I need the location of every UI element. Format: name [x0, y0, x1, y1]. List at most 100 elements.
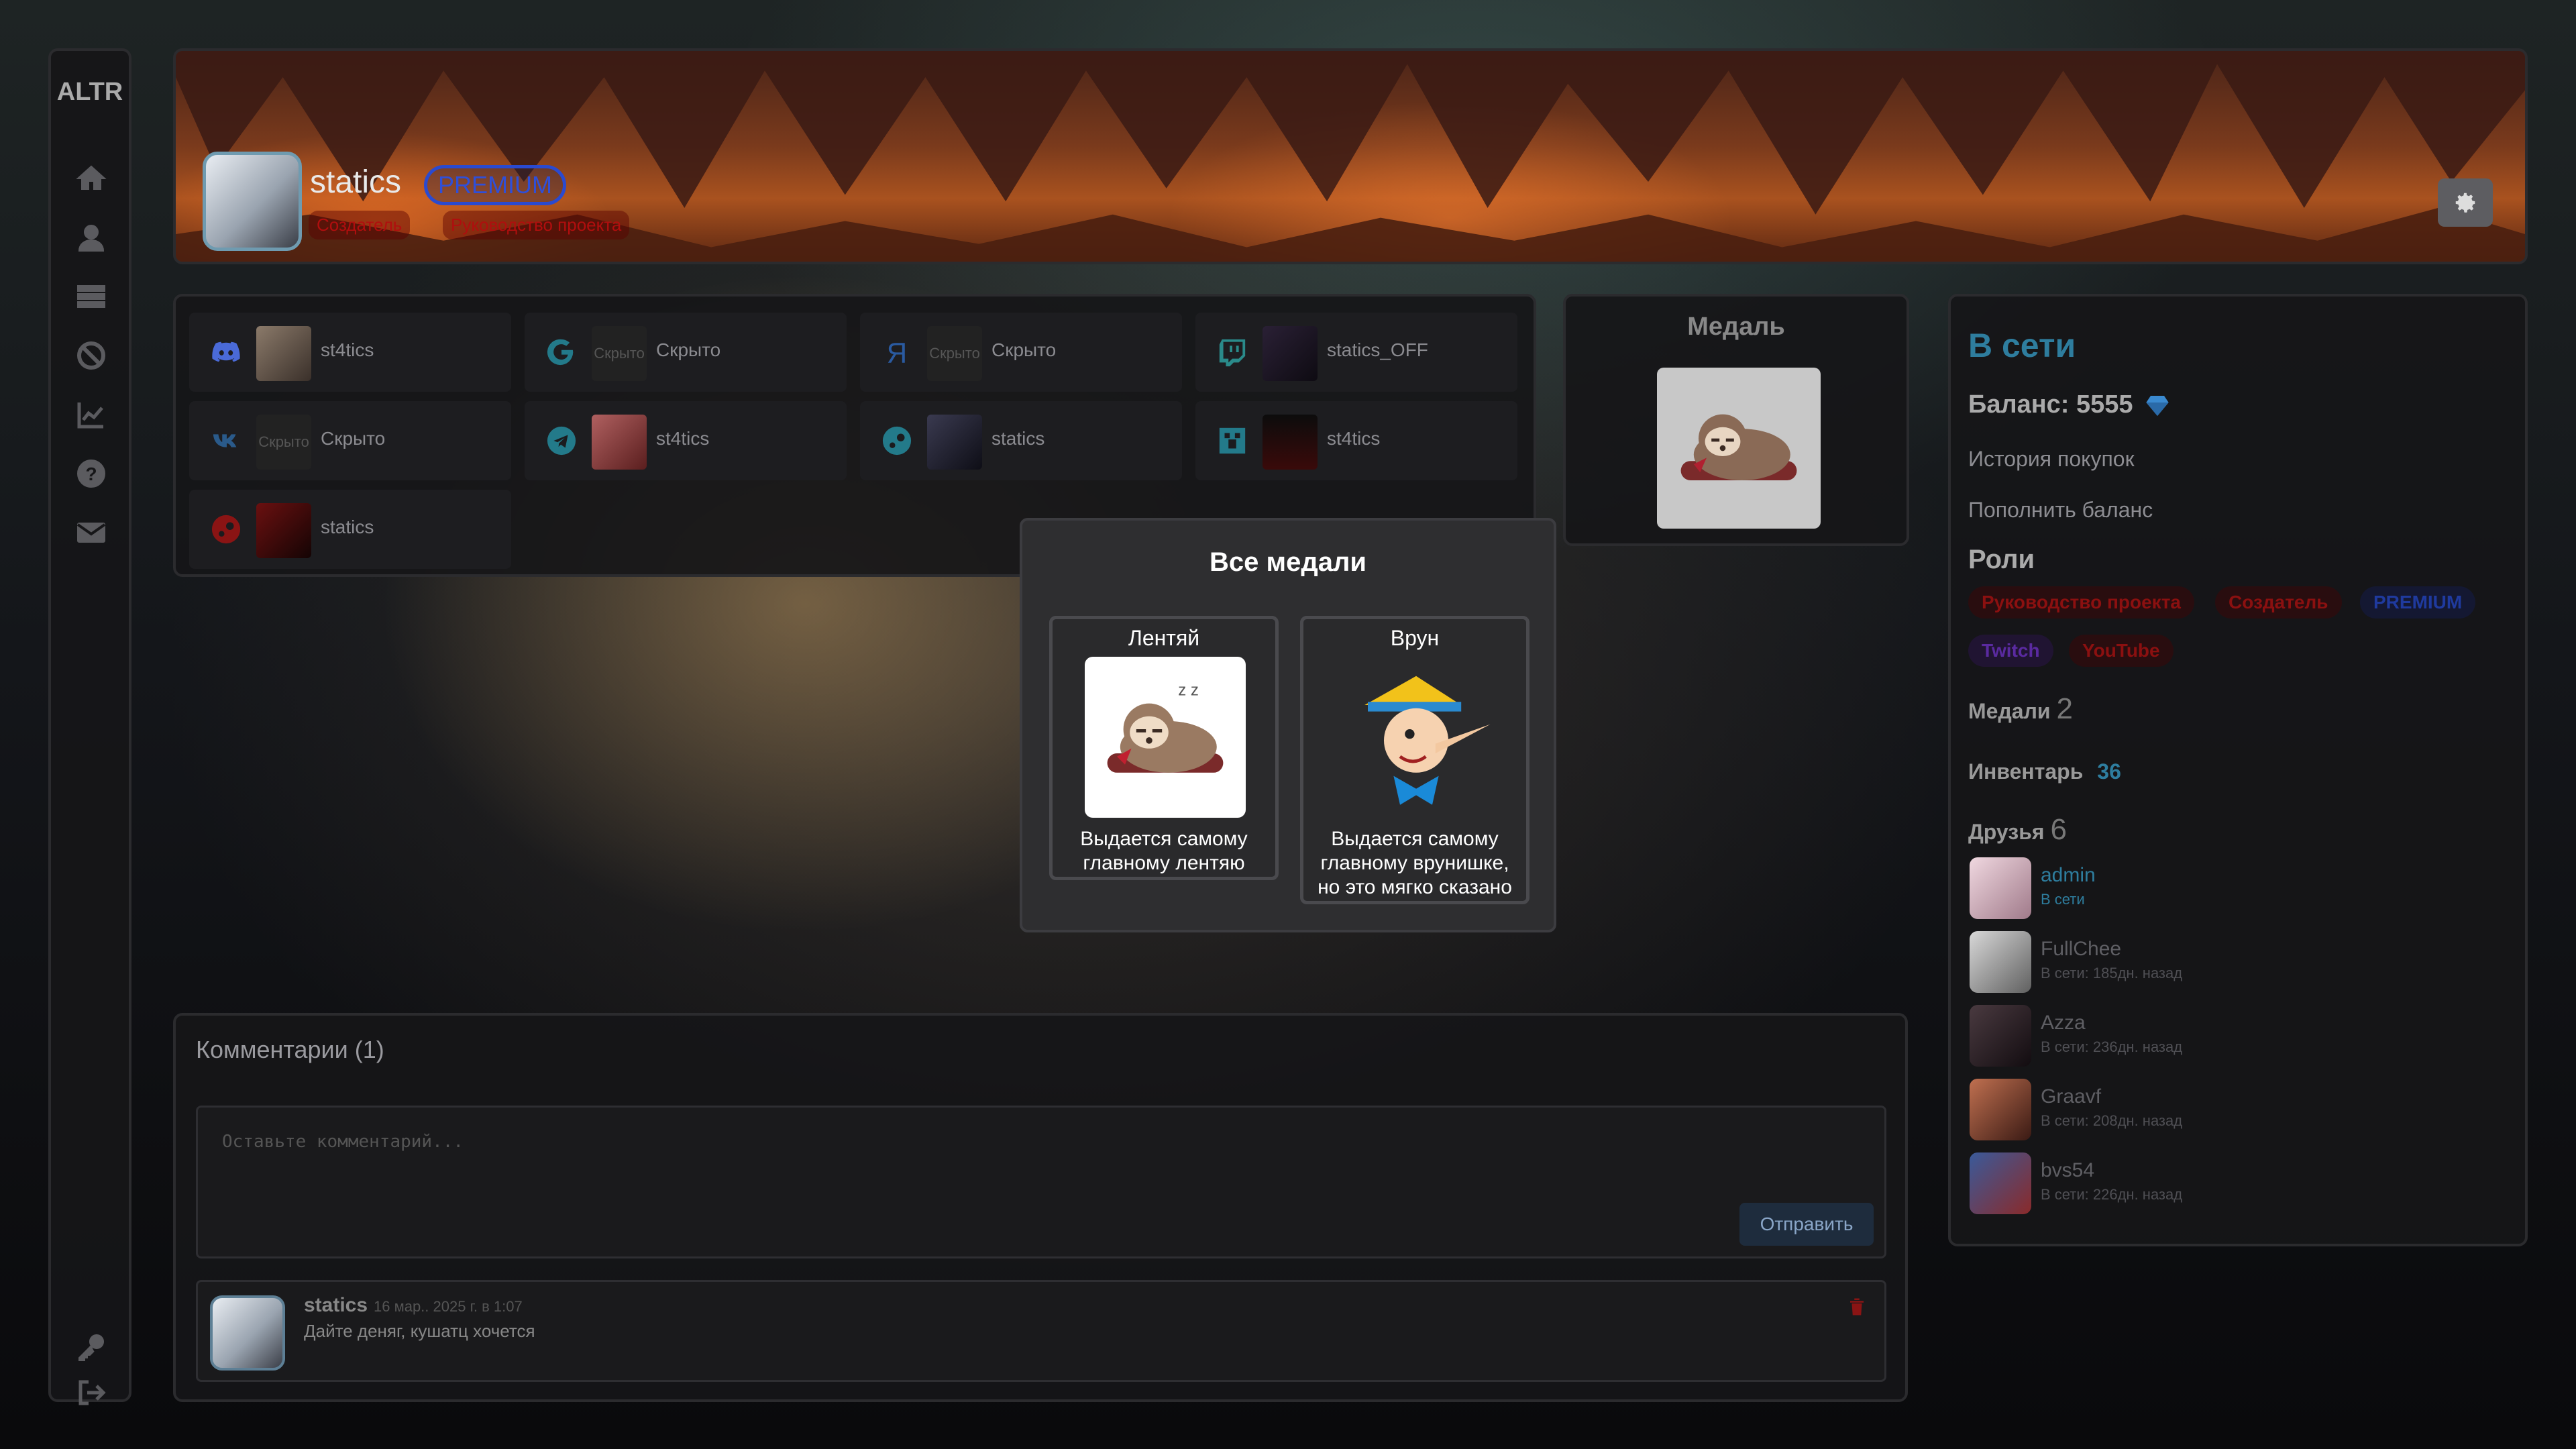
medals-count: 2	[2056, 692, 2073, 725]
friends-count: 6	[2050, 813, 2067, 846]
friend-item[interactable]: FullChee В сети: 185дн. назад	[1970, 931, 2372, 996]
friends-count-row[interactable]: Друзья 6	[1968, 813, 2067, 847]
twitch-icon	[1217, 337, 1248, 368]
comment-text: Дайте деняг, кушатц хочется	[304, 1321, 535, 1341]
social-vk[interactable]: Скрыто Скрыто	[189, 401, 511, 480]
comments-panel: Комментарии (1) Оставьте комментарий... …	[173, 1013, 1908, 1402]
friend-item[interactable]: admin В сети	[1970, 857, 2372, 922]
minecraft-icon	[1217, 425, 1248, 456]
role-leadership: Руководство проекта	[1968, 586, 2194, 619]
purchase-history-link[interactable]: История покупок	[1968, 447, 2135, 472]
svg-text:z z: z z	[1178, 682, 1199, 700]
social-avatar	[1263, 415, 1318, 470]
yandex-icon: Я	[881, 337, 912, 368]
role-tag-leadership: Руководство проекта	[443, 211, 630, 239]
online-status: В сети	[1968, 327, 2076, 364]
social-steam[interactable]: statics	[860, 401, 1182, 480]
logout-icon[interactable]	[75, 1377, 107, 1409]
mail-icon[interactable]	[75, 517, 107, 549]
social-name: statics_OFF	[1327, 339, 1428, 360]
comment-item: statics 16 мар.. 2025 г. в 1:07 Дайте де…	[196, 1280, 1886, 1382]
social-yandex[interactable]: Я Скрыто Скрыто	[860, 313, 1182, 392]
social-name: st4tics	[656, 428, 710, 449]
comments-title: Комментарии (1)	[196, 1036, 384, 1063]
medal-card-title: Медаль	[1687, 313, 1785, 341]
social-steam-alt[interactable]: statics	[189, 490, 511, 569]
top-up-link[interactable]: Пополнить баланс	[1968, 498, 2153, 523]
vk-icon	[211, 425, 241, 456]
brand-logo[interactable]: ALTR	[51, 78, 129, 107]
social-google[interactable]: Скрыто Скрыто	[525, 313, 847, 392]
user-icon[interactable]	[75, 221, 107, 254]
balance-label: Баланс: 5555	[1968, 390, 2171, 419]
svg-text:?: ?	[85, 464, 97, 484]
role-twitch: Twitch	[1968, 635, 2053, 667]
svg-text:Я: Я	[887, 337, 907, 368]
friend-avatar	[1970, 857, 2031, 919]
medal-item-lazy[interactable]: Лентяй z z Выдается самому главному лент…	[1049, 616, 1279, 880]
friend-item[interactable]: bvs54 В сети: 226дн. назад	[1970, 1152, 2372, 1217]
friend-item[interactable]: Graavf В сети: 208дн. назад	[1970, 1079, 2372, 1143]
friend-item[interactable]: Azza В сети: 236дн. назад	[1970, 1005, 2372, 1069]
role-tag-creator: Создатель	[309, 211, 411, 239]
settings-button[interactable]	[2438, 178, 2493, 227]
friend-name: admin	[2041, 864, 2096, 886]
friend-status: В сети: 226дн. назад	[2041, 1186, 2183, 1203]
role-youtube: YouTube	[2069, 635, 2174, 667]
sloth-medal-image[interactable]	[1657, 368, 1821, 529]
social-name: st4tics	[321, 339, 374, 360]
comment-input[interactable]: Оставьте комментарий... Отправить	[196, 1106, 1886, 1258]
send-button[interactable]: Отправить	[1739, 1203, 1874, 1246]
profile-banner: statics PREMIUM Создатель Руководство пр…	[173, 48, 2528, 264]
social-twitch[interactable]: statics_OFF	[1195, 313, 1517, 392]
home-icon[interactable]	[75, 162, 107, 195]
help-icon[interactable]: ?	[75, 458, 107, 490]
social-name: Скрыто	[656, 339, 721, 360]
comment-avatar[interactable]	[210, 1295, 285, 1371]
friend-status: В сети	[2041, 891, 2085, 908]
social-avatar	[592, 415, 647, 470]
inventory-count-row[interactable]: Инвентарь 36	[1968, 759, 2121, 784]
social-avatar	[927, 415, 982, 470]
social-telegram[interactable]: st4tics	[525, 401, 847, 480]
ban-icon[interactable]	[75, 339, 107, 372]
comment-date: 16 мар.. 2025 г. в 1:07	[374, 1298, 523, 1315]
friend-name: bvs54	[2041, 1159, 2095, 1181]
medal-item-liar[interactable]: Врун Выдается самому главному врунишке, …	[1300, 616, 1529, 904]
roles-title: Роли	[1968, 545, 2035, 574]
social-name: Скрыто	[321, 428, 386, 449]
role-creator: Создатель	[2215, 586, 2342, 619]
pinocchio-medal-image	[1336, 657, 1497, 818]
medal-description: Выдается самому главному врунишке, но эт…	[1318, 828, 1512, 898]
social-minecraft[interactable]: st4tics	[1195, 401, 1517, 480]
inventory-count: 36	[2097, 759, 2121, 784]
friend-status: В сети: 185дн. назад	[2041, 965, 2183, 981]
telegram-icon	[546, 425, 577, 456]
social-name: Скрыто	[991, 339, 1057, 360]
social-name: st4tics	[1327, 428, 1381, 449]
chart-icon[interactable]	[75, 398, 107, 431]
comment-author[interactable]: statics	[304, 1294, 368, 1317]
social-avatar-hidden: Скрыто	[592, 326, 647, 381]
friend-name: Graavf	[2041, 1085, 2102, 1108]
medals-count-row[interactable]: Медали 2	[1968, 692, 2073, 726]
key-icon[interactable]	[75, 1331, 107, 1363]
social-discord[interactable]: st4tics	[189, 313, 511, 392]
medal-card[interactable]: Медаль	[1563, 294, 1909, 546]
friend-avatar	[1970, 1152, 2031, 1214]
gear-icon	[2455, 193, 2475, 213]
profile-avatar[interactable]	[203, 152, 302, 251]
profile-username: statics	[310, 164, 402, 200]
medal-name: Лентяй	[1128, 626, 1200, 650]
social-avatar	[256, 326, 311, 381]
social-name: statics	[991, 428, 1045, 449]
list-icon[interactable]	[75, 280, 107, 313]
trash-icon[interactable]	[1847, 1295, 1867, 1318]
profile-info-panel: В сети Баланс: 5555 История покупок Попо…	[1948, 294, 2528, 1246]
social-avatar	[1263, 326, 1318, 381]
friend-avatar	[1970, 1079, 2031, 1140]
friend-avatar	[1970, 1005, 2031, 1067]
friend-name: Azza	[2041, 1012, 2086, 1034]
medal-name: Врун	[1390, 626, 1440, 650]
sloth-medal-image: z z	[1085, 657, 1246, 818]
